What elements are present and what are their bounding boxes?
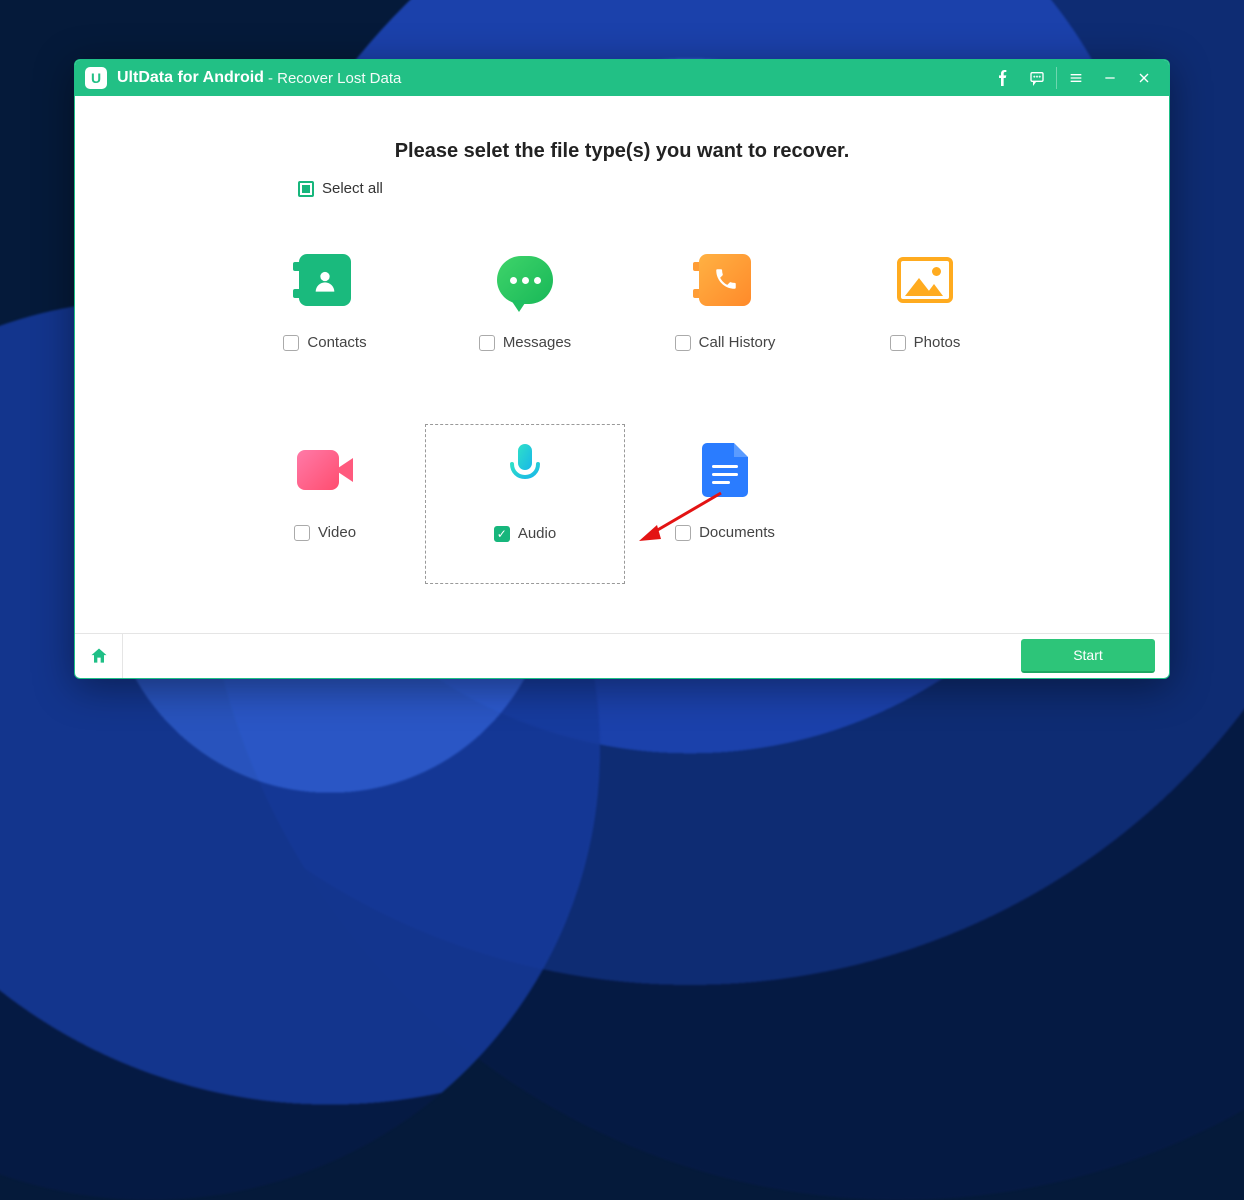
tile-label: Messages: [503, 334, 571, 351]
tile-label: Audio: [518, 525, 556, 542]
app-subtitle: - Recover Lost Data: [268, 70, 401, 87]
titlebar-separator: [1056, 67, 1057, 89]
content-area: Please selet the file type(s) you want t…: [75, 96, 1169, 633]
checkbox-icon: [283, 335, 299, 351]
facebook-icon[interactable]: [986, 60, 1020, 96]
home-button[interactable]: [75, 634, 123, 679]
call-history-icon: [699, 254, 751, 306]
video-icon: [297, 450, 353, 490]
tile-label: Documents: [699, 524, 775, 541]
app-title: UltData for Android: [117, 69, 264, 87]
tile-audio[interactable]: Audio: [425, 424, 625, 584]
tile-label: Photos: [914, 334, 961, 351]
checkbox-icon: [890, 335, 906, 351]
footer-bar: Start: [75, 633, 1169, 678]
contacts-icon: [299, 254, 351, 306]
checkbox-icon: [675, 525, 691, 541]
select-all-checkbox[interactable]: Select all: [298, 180, 383, 197]
file-type-grid: Contacts Messages Call History: [225, 234, 1025, 584]
audio-icon: [505, 442, 545, 501]
tile-video[interactable]: Video: [225, 424, 425, 584]
documents-icon: [702, 443, 748, 497]
tile-messages[interactable]: Messages: [425, 234, 625, 394]
checkbox-icon: [675, 335, 691, 351]
photos-icon: [897, 257, 953, 303]
tile-label: Contacts: [307, 334, 366, 351]
feedback-icon[interactable]: [1020, 60, 1054, 96]
titlebar: U UltData for Android - Recover Lost Dat…: [75, 60, 1169, 96]
start-button[interactable]: Start: [1021, 639, 1155, 673]
app-logo-icon: U: [85, 67, 107, 89]
menu-icon[interactable]: [1059, 60, 1093, 96]
checkbox-indeterminate-icon: [298, 181, 314, 197]
checkbox-checked-icon: [494, 526, 510, 542]
close-button[interactable]: [1127, 60, 1161, 96]
tile-label: Call History: [699, 334, 776, 351]
checkbox-icon: [479, 335, 495, 351]
select-all-label: Select all: [322, 180, 383, 197]
messages-icon: [497, 256, 553, 304]
tile-contacts[interactable]: Contacts: [225, 234, 425, 394]
tile-documents[interactable]: Documents: [625, 424, 825, 584]
checkbox-icon: [294, 525, 310, 541]
tile-label: Video: [318, 524, 356, 541]
minimize-button[interactable]: [1093, 60, 1127, 96]
tile-call-history[interactable]: Call History: [625, 234, 825, 394]
tile-photos[interactable]: Photos: [825, 234, 1025, 394]
page-heading: Please selet the file type(s) you want t…: [125, 140, 1119, 163]
app-window: U UltData for Android - Recover Lost Dat…: [74, 59, 1170, 679]
